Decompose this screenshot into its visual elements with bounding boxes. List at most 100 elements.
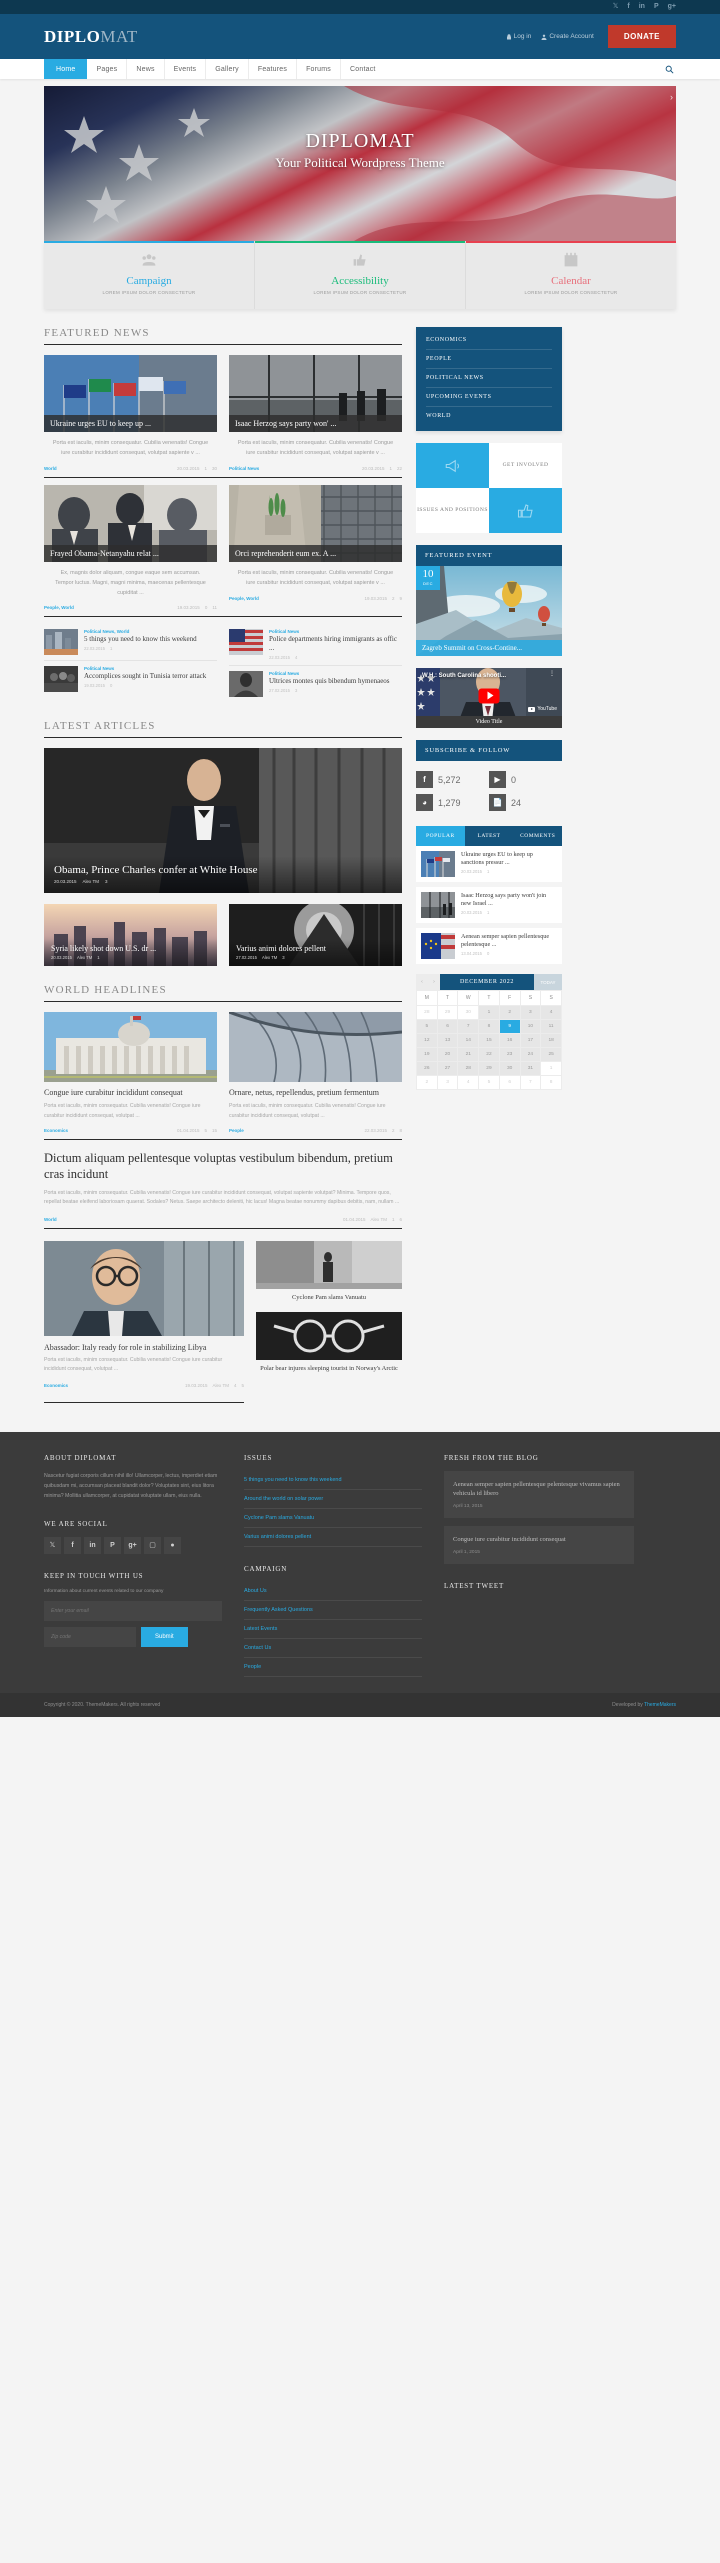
wide-post-category[interactable]: World bbox=[44, 1217, 57, 1222]
headline-card[interactable]: Congue iure curabitur incididunt consequ… bbox=[44, 1011, 217, 1133]
calendar-day[interactable]: 14 bbox=[457, 1033, 480, 1048]
pinterest-icon[interactable]: P bbox=[104, 1536, 121, 1554]
calendar-day[interactable]: 24 bbox=[519, 1047, 542, 1062]
news-card-category[interactable]: People, World bbox=[44, 605, 74, 610]
sidebar-item-economics[interactable]: ECONOMICS bbox=[426, 331, 552, 350]
calendar-day[interactable]: 4 bbox=[457, 1075, 480, 1090]
calendar-day[interactable]: 2 bbox=[416, 1075, 438, 1090]
tile-thumbs-up[interactable] bbox=[489, 488, 562, 533]
footer-link-campaign[interactable]: People bbox=[244, 1658, 422, 1677]
news-card-category[interactable]: Political News bbox=[229, 466, 259, 471]
news-card[interactable]: Frayed Obama-Netanyahu relat ... Ex, mag… bbox=[44, 484, 217, 610]
calendar-day[interactable]: 3 bbox=[519, 1005, 542, 1020]
tile-get-involved[interactable]: GET INVOLVED bbox=[489, 443, 562, 488]
footer-blog-card[interactable]: Aenean semper sapien pellentesque pelent… bbox=[444, 1470, 634, 1519]
calendar-day[interactable]: 8 bbox=[540, 1075, 562, 1090]
calendar-day[interactable]: 23 bbox=[498, 1047, 521, 1062]
calendar-day[interactable]: 1 bbox=[478, 1005, 500, 1020]
linkedin-icon[interactable]: in bbox=[84, 1536, 101, 1554]
featured-article-card[interactable]: Obama, Prince Charles confer at White Ho… bbox=[44, 747, 402, 893]
count-rss[interactable]: ◕ 1,279 bbox=[416, 791, 489, 814]
footer-link-issue[interactable]: Cyclone Pam slams Vanuatu bbox=[244, 1509, 422, 1528]
footer-link-issue[interactable]: Around the world on solar power bbox=[244, 1490, 422, 1509]
calendar-day[interactable]: 11 bbox=[540, 1019, 562, 1034]
calendar-day[interactable]: 29 bbox=[436, 1005, 459, 1020]
calendar-day[interactable]: 17 bbox=[519, 1033, 542, 1048]
calendar-day[interactable]: 26 bbox=[416, 1061, 438, 1076]
count-facebook[interactable]: f 5,272 bbox=[416, 768, 489, 791]
calendar-day[interactable]: 28 bbox=[416, 1005, 438, 1020]
developer-link[interactable]: ThemeMakers bbox=[644, 1702, 676, 1708]
footer-blog-card[interactable]: Congue iure curabitur incididunt consequ… bbox=[444, 1526, 634, 1564]
calendar-day[interactable]: 28 bbox=[457, 1061, 480, 1076]
nav-item-forums[interactable]: Forums bbox=[297, 59, 342, 79]
calendar-day[interactable]: 7 bbox=[519, 1075, 542, 1090]
list-item[interactable]: Aenean semper sapien pellentesque pelent… bbox=[416, 928, 562, 964]
calendar-day[interactable]: 10 bbox=[519, 1019, 542, 1034]
calendar-day[interactable]: 13 bbox=[436, 1033, 459, 1048]
footer-link-campaign[interactable]: Contact Us bbox=[244, 1639, 422, 1658]
list-item[interactable]: Political News Police departments hiring… bbox=[229, 624, 402, 665]
mini-category[interactable]: Political News bbox=[84, 666, 217, 671]
twitter-icon[interactable]: 𝕏 bbox=[44, 1536, 61, 1554]
nav-item-events[interactable]: Events bbox=[165, 59, 207, 79]
list-item[interactable]: Ukraine urges EU to keep up sanctions pr… bbox=[416, 846, 562, 882]
news-card-category[interactable]: People, World bbox=[229, 596, 259, 601]
calendar-day[interactable]: 3 bbox=[436, 1075, 459, 1090]
calendar-day[interactable]: 25 bbox=[540, 1047, 562, 1062]
calendar-day[interactable]: 30 bbox=[457, 1005, 480, 1020]
tile-issues-positions[interactable]: ISSUES AND POSITIONS bbox=[416, 488, 489, 533]
youtube-play-button[interactable] bbox=[478, 688, 500, 704]
calendar-day[interactable]: 20 bbox=[436, 1047, 459, 1062]
pinterest-icon[interactable]: P bbox=[654, 0, 659, 14]
calendar-day[interactable]: 1 bbox=[540, 1061, 562, 1076]
calendar-day[interactable]: 29 bbox=[478, 1061, 500, 1076]
calendar-day[interactable]: 8 bbox=[478, 1019, 500, 1034]
nav-item-contact[interactable]: Contact bbox=[341, 59, 385, 79]
calendar-day[interactable]: 4 bbox=[540, 1005, 562, 1020]
tab-latest[interactable]: LATEST bbox=[464, 826, 514, 846]
headline-category[interactable]: People bbox=[229, 1128, 244, 1133]
footer-link-campaign[interactable]: Latest Events bbox=[244, 1620, 422, 1639]
list-item[interactable]: Political News, World 5 things you need … bbox=[44, 624, 217, 660]
nav-item-home[interactable]: Home bbox=[44, 59, 88, 79]
featured-event-card[interactable]: 10 DEC Zagreb Summit on Cross-Contine... bbox=[416, 566, 562, 656]
search-button[interactable] bbox=[665, 59, 676, 79]
mini-category[interactable]: Political News bbox=[269, 629, 402, 634]
video-menu-icon[interactable]: ⋮ bbox=[549, 671, 555, 677]
footer-link-campaign[interactable]: Frequently Asked Questions bbox=[244, 1601, 422, 1620]
wide-post[interactable]: Dictum aliquam pellentesque voluptas ves… bbox=[44, 1150, 402, 1222]
calendar-next-button[interactable]: › bbox=[428, 974, 440, 990]
calendar-today-button[interactable]: TODAY bbox=[534, 974, 562, 990]
list-item[interactable]: Political News Ultrices montes quis bibe… bbox=[229, 664, 402, 702]
headline-category[interactable]: Economics bbox=[44, 1128, 68, 1133]
nav-item-gallery[interactable]: Gallery bbox=[206, 59, 249, 79]
tab-popular[interactable]: POPULAR bbox=[416, 826, 465, 846]
promo-calendar[interactable]: Calendar LOREM IPSUM DOLOR CONSECTETUR bbox=[465, 241, 676, 309]
tab-comments[interactable]: COMMENTS bbox=[513, 826, 563, 846]
calendar-day[interactable]: 9 bbox=[498, 1019, 521, 1034]
promo-accessibility[interactable]: Accessibility LOREM IPSUM DOLOR CONSECTE… bbox=[254, 241, 465, 309]
video-widget[interactable]: W.H.: South Carolina shooti... ⋮ YouTube… bbox=[416, 668, 562, 728]
sidebar-item-people[interactable]: PEOPLE bbox=[426, 350, 552, 369]
calendar-day[interactable]: 16 bbox=[498, 1033, 521, 1048]
bottom-post-main[interactable]: Abassador: Italy ready for role in stabi… bbox=[44, 1240, 244, 1388]
footer-link-campaign[interactable]: About Us bbox=[244, 1582, 422, 1601]
count-posts[interactable]: 📄 24 bbox=[489, 791, 562, 814]
calendar-day[interactable]: 6 bbox=[498, 1075, 521, 1090]
calendar-day[interactable]: 7 bbox=[457, 1019, 480, 1034]
nav-item-features[interactable]: Features bbox=[249, 59, 298, 79]
calendar-prev-button[interactable]: ‹ bbox=[416, 974, 428, 990]
headline-card[interactable]: Ornare, netus, repellendus, pretium ferm… bbox=[229, 1011, 402, 1133]
calendar-day[interactable]: 22 bbox=[478, 1047, 500, 1062]
calendar-day[interactable]: 2 bbox=[498, 1005, 521, 1020]
facebook-icon[interactable]: f bbox=[627, 0, 629, 14]
newsletter-zip-input[interactable] bbox=[44, 1626, 136, 1647]
calendar-day[interactable]: 30 bbox=[498, 1061, 521, 1076]
footer-link-issue[interactable]: 5 things you need to know this weekend bbox=[244, 1471, 422, 1490]
site-logo[interactable]: DIPLOMAT bbox=[44, 27, 138, 47]
hero-slider[interactable]: DIPLOMAT Your Political Wordpress Theme … bbox=[44, 86, 676, 241]
nav-item-pages[interactable]: Pages bbox=[87, 59, 128, 79]
list-item[interactable]: Isaac Herzog says party won't join new I… bbox=[416, 887, 562, 923]
calendar-day[interactable]: 21 bbox=[457, 1047, 480, 1062]
